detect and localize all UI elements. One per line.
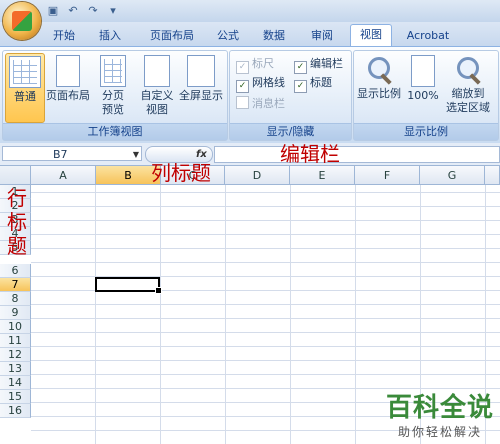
- watermark-subtitle: 助你轻松解决: [397, 425, 482, 439]
- annotation-column-header: 列标题: [151, 161, 211, 185]
- page-break-icon: [100, 55, 126, 87]
- ribbon-tab-bar: 开始 插入 页面布局 公式 数据 审阅 视图 Acrobat: [0, 22, 500, 47]
- ruler-checkbox[interactable]: ✓ 标尺: [236, 57, 274, 74]
- check-icon: ✓: [294, 61, 307, 74]
- active-cell[interactable]: [95, 277, 162, 294]
- gridlines-checkbox[interactable]: ✓ 网格线: [236, 76, 285, 93]
- page-layout-view-button[interactable]: 页面布局: [45, 53, 91, 103]
- normal-view-icon: [9, 56, 41, 88]
- annotation-formula-bar: 编辑栏: [280, 142, 340, 166]
- tab-formulas[interactable]: 公式: [212, 26, 244, 46]
- normal-view-button[interactable]: 普通: [5, 53, 45, 123]
- tab-acrobat[interactable]: Acrobat: [402, 26, 454, 46]
- watermark: 百科全说 助你轻松解决: [386, 393, 494, 440]
- annotation-row-header: 行 标 题: [7, 186, 27, 258]
- page-break-preview-button[interactable]: 分页 预览: [95, 53, 131, 117]
- select-all-corner[interactable]: [0, 166, 31, 185]
- save-icon[interactable]: ▣: [46, 4, 60, 18]
- zoom-100-button[interactable]: 100%: [406, 53, 440, 103]
- ribbon: 普通 页面布局 分页 预览 自定义 视图 全屏显示 工作簿视图 ✓ 标尺 ✓ 网格线…: [0, 46, 500, 144]
- zoom-selection-icon: [453, 55, 483, 85]
- column-header[interactable]: D: [225, 166, 290, 185]
- page-layout-icon: [56, 55, 80, 87]
- group-label-zoom: 显示比例: [354, 123, 498, 140]
- group-label-show-hide: 显示/隐藏: [230, 123, 351, 140]
- group-show-hide: ✓ 标尺 ✓ 网格线 消息栏 ✓ 编辑栏 ✓ 标题 显示/隐藏: [229, 50, 352, 141]
- column-header-partial: [485, 166, 500, 185]
- column-header[interactable]: F: [355, 166, 420, 185]
- formula-input[interactable]: [214, 146, 500, 163]
- check-icon: ✓: [294, 80, 307, 93]
- check-icon: ✓: [236, 61, 249, 74]
- group-label-workbook-views: 工作簿视图: [3, 123, 227, 140]
- row-header[interactable]: 6: [0, 264, 31, 278]
- tab-page-layout[interactable]: 页面布局: [144, 26, 200, 46]
- row-header[interactable]: 15: [0, 390, 31, 404]
- group-zoom: 显示比例 100% 缩放到 选定区域 显示比例: [353, 50, 499, 141]
- row-header[interactable]: 9: [0, 306, 31, 320]
- zoom-button[interactable]: 显示比例: [356, 53, 402, 101]
- insert-function-button[interactable]: fx: [196, 147, 207, 162]
- fullscreen-icon: [187, 55, 215, 87]
- dropdown-arrow-icon[interactable]: ▼: [133, 147, 139, 162]
- row-header[interactable]: 7: [0, 278, 31, 292]
- group-workbook-views: 普通 页面布局 分页 预览 自定义 视图 全屏显示 工作簿视图: [2, 50, 228, 141]
- watermark-title: 百科全说: [385, 393, 494, 423]
- column-header[interactable]: G: [420, 166, 485, 185]
- name-box[interactable]: B7 ▼: [2, 146, 142, 161]
- headings-checkbox[interactable]: ✓ 标题: [294, 76, 332, 93]
- magnifier-icon: [364, 55, 394, 85]
- formula-bar: B7 ▼ fx: [0, 143, 500, 166]
- row-header[interactable]: 14: [0, 376, 31, 390]
- column-header[interactable]: A: [31, 166, 96, 185]
- zoom-to-selection-button[interactable]: 缩放到 选定区域: [442, 53, 494, 115]
- undo-icon[interactable]: ↶: [66, 4, 80, 18]
- formula-bar-checkbox[interactable]: ✓ 编辑栏: [294, 57, 343, 74]
- title-bar: ▣ ↶ ↷ ▾: [0, 0, 500, 22]
- page-100-icon: [411, 55, 435, 87]
- row-header[interactable]: 10: [0, 320, 31, 334]
- row-header[interactable]: 16: [0, 404, 31, 418]
- custom-views-icon: [144, 55, 170, 87]
- tab-view[interactable]: 视图: [350, 24, 392, 47]
- column-header[interactable]: E: [290, 166, 355, 185]
- office-logo-icon: [12, 11, 32, 31]
- row-header[interactable]: 11: [0, 334, 31, 348]
- custom-views-button[interactable]: 自定义 视图: [137, 53, 177, 117]
- message-bar-checkbox[interactable]: 消息栏: [236, 96, 285, 111]
- fullscreen-button[interactable]: 全屏显示: [177, 53, 225, 103]
- customize-qat-icon[interactable]: ▾: [106, 4, 120, 18]
- redo-icon[interactable]: ↷: [86, 4, 100, 18]
- tab-home[interactable]: 开始: [48, 26, 80, 46]
- tab-review[interactable]: 审阅: [304, 26, 340, 46]
- row-header[interactable]: 13: [0, 362, 31, 376]
- check-icon: ✓: [236, 80, 249, 93]
- row-header[interactable]: 8: [0, 292, 31, 306]
- tab-insert[interactable]: 插入: [94, 26, 126, 46]
- quick-access-toolbar: ▣ ↶ ↷ ▾: [46, 3, 120, 19]
- row-header[interactable]: 12: [0, 348, 31, 362]
- tab-data[interactable]: 数据: [258, 26, 290, 46]
- office-button[interactable]: [3, 2, 41, 40]
